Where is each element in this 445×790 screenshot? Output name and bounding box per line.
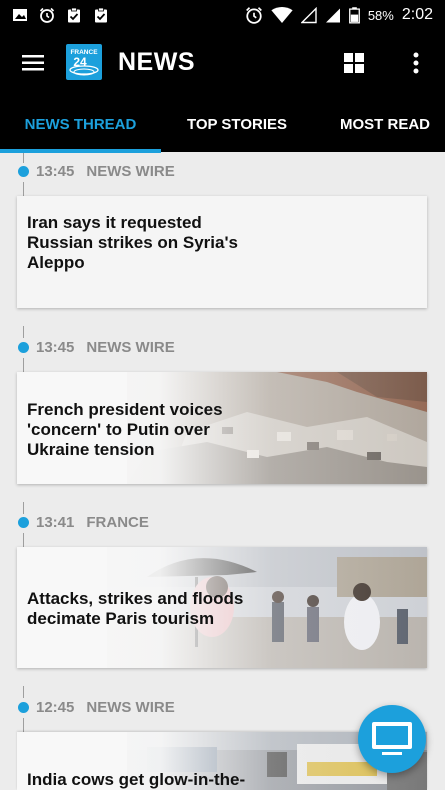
alarm-icon (245, 7, 262, 24)
item-category: NEWS WIRE (86, 162, 175, 180)
timeline-line (23, 533, 24, 547)
item-time: 13:45 (36, 162, 75, 180)
timeline-dot (18, 341, 29, 353)
app-bar: FRANCE 24 NEWS (0, 32, 445, 94)
item-time: 12:45 (36, 698, 75, 716)
item-time: 13:45 (36, 338, 75, 356)
item-category: FRANCE (86, 513, 149, 531)
item-meta: 13:45 NEWS WIRE (18, 336, 175, 358)
more-vert-icon[interactable] (404, 48, 428, 78)
menu-icon[interactable] (16, 49, 50, 77)
timeline-line (23, 182, 24, 196)
page-title: NEWS (118, 48, 195, 76)
item-meta: 12:45 NEWS WIRE (18, 696, 175, 718)
clock: 2:02 (401, 6, 433, 23)
card-headline: French president voices 'concern' to Put… (27, 400, 223, 459)
news-card[interactable]: French president voices 'concern' to Put… (17, 372, 427, 484)
alarm-icon (39, 7, 55, 23)
clipboard-check-icon (68, 7, 80, 23)
image-icon (13, 9, 27, 21)
tv-icon (372, 722, 412, 755)
wifi-icon (271, 6, 293, 23)
timeline-dot (18, 165, 29, 177)
card-headline: Attacks, strikes and floods decimate Par… (27, 589, 244, 628)
tab-top-stories[interactable]: TOP STORIES (171, 94, 303, 152)
item-category: NEWS WIRE (86, 338, 175, 356)
signal-icon (300, 6, 317, 23)
tab-indicator (0, 149, 161, 153)
news-card[interactable]: Attacks, strikes and floods decimate Par… (17, 547, 427, 668)
card-headline: India cows get glow-in-the- (27, 770, 246, 789)
card-headline: Iran says it requested Russian strikes o… (27, 213, 238, 272)
news-card[interactable]: Iran says it requested Russian strikes o… (17, 196, 427, 308)
timeline-line (23, 718, 24, 732)
france24-logo: FRANCE 24 (66, 44, 102, 80)
item-meta: 13:45 NEWS WIRE (18, 160, 175, 182)
tab-bar: NEWS THREAD TOP STORIES MOST READ (0, 94, 445, 152)
item-category: NEWS WIRE (86, 698, 175, 716)
logo-waves-icon: FRANCE 24 (69, 49, 99, 76)
tab-news-thread[interactable]: NEWS THREAD (0, 94, 161, 152)
item-time: 13:41 (36, 513, 75, 531)
live-tv-button[interactable] (358, 705, 426, 773)
battery-percent: 58% (367, 7, 394, 23)
grid-view-icon[interactable] (340, 49, 368, 77)
clipboard-check-icon (95, 7, 107, 23)
timeline-dot (18, 516, 29, 528)
item-meta: 13:41 FRANCE (18, 511, 149, 533)
timeline-line (23, 358, 24, 372)
timeline-dot (18, 701, 29, 713)
signal-icon (325, 8, 340, 22)
battery-icon (348, 6, 360, 23)
status-bar: 58% 2:02 (0, 0, 445, 32)
tab-most-read[interactable]: MOST READ (330, 94, 440, 152)
